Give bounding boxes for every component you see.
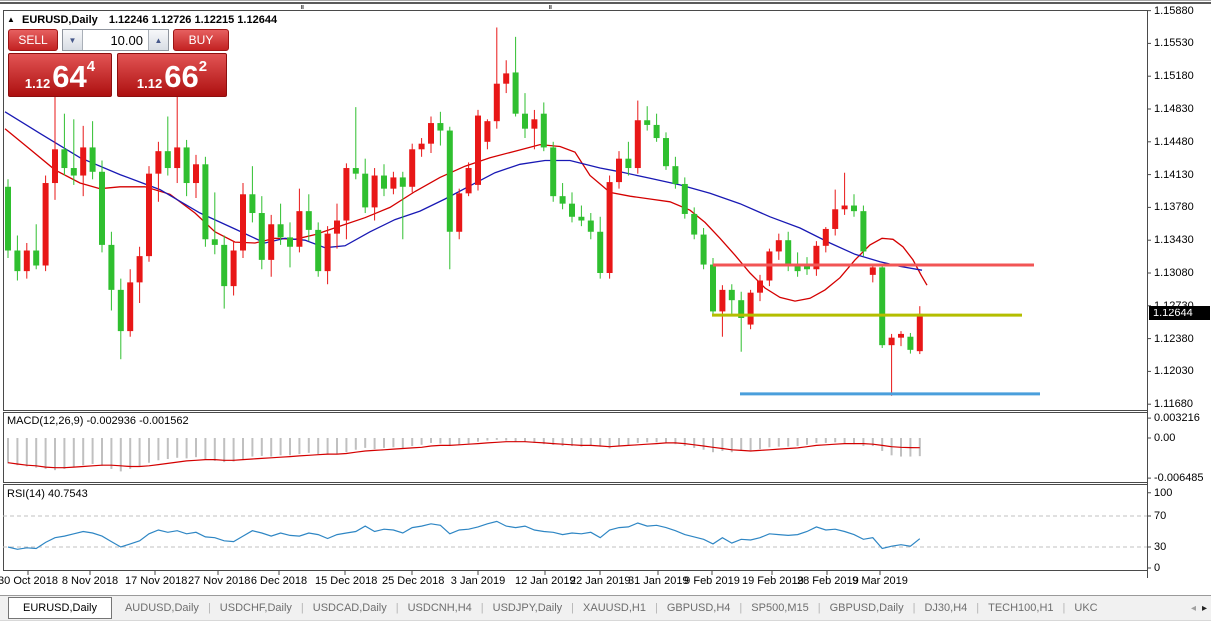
chart-header: ▲ EURUSD,Daily 1.12246 1.12726 1.12215 1… <box>7 14 277 26</box>
axis-label: 28 Feb 2019 <box>797 575 857 587</box>
buy-price-prefix: 1.12 <box>137 76 162 91</box>
axis-label: 1.15530 <box>1154 37 1194 49</box>
axis-label: 8 Nov 2018 <box>60 575 120 587</box>
volume-decrease-button[interactable]: ▼ <box>63 30 83 50</box>
axis-label: 0.00 <box>1154 432 1175 444</box>
axis-label: 1.15880 <box>1154 5 1194 17</box>
tab-usdcad-daily[interactable]: USDCAD,Daily <box>304 599 396 617</box>
tab-usdcnh-h4[interactable]: USDCNH,H4 <box>399 599 481 617</box>
buy-price-pip: 2 <box>199 60 207 74</box>
axis-label: 6 Dec 2018 <box>249 575 309 587</box>
buy-button[interactable]: BUY <box>173 29 229 51</box>
volume-input[interactable] <box>83 30 148 50</box>
axis-label: 27 Nov 2018 <box>188 575 248 587</box>
sell-price-pip: 4 <box>87 60 95 74</box>
axis-label: 1.13780 <box>1154 201 1194 213</box>
axis-label: 1.12030 <box>1154 365 1194 377</box>
axis-label: 1.14480 <box>1154 136 1194 148</box>
tab-gbpusd-h4[interactable]: GBPUSD,H4 <box>658 599 740 617</box>
macd-main-value: -0.002936 <box>86 415 136 427</box>
tab-dj30-h4[interactable]: DJ30,H4 <box>915 599 976 617</box>
axis-label: 1.13430 <box>1154 234 1194 246</box>
axis-label: 9 Mar 2019 <box>850 575 910 587</box>
axis-label: 30 Oct 2018 <box>0 575 58 587</box>
mt4-window: ▲ EURUSD,Daily 1.12246 1.12726 1.12215 1… <box>0 0 1211 621</box>
tab-eurusd-daily[interactable]: EURUSD,Daily <box>8 597 112 619</box>
tab-audusd-daily[interactable]: AUDUSD,Daily <box>116 599 208 617</box>
axis-label: 12 Jan 2019 <box>515 575 575 587</box>
macd-label: MACD(12,26,9) -0.002936 -0.001562 <box>7 415 189 427</box>
rsi-name: RSI(14) <box>7 488 45 500</box>
axis-label: 1.14130 <box>1154 169 1194 181</box>
tab-scroll-left-icon[interactable]: ◂ <box>1191 603 1196 614</box>
axis-label: 1.11680 <box>1154 398 1193 410</box>
axis-label: 100 <box>1154 487 1172 499</box>
tab-gbpusd-daily[interactable]: GBPUSD,Daily <box>821 599 913 617</box>
volume-increase-button[interactable]: ▲ <box>148 30 168 50</box>
axis-label: 1.14830 <box>1154 103 1194 115</box>
axis-label: 25 Dec 2018 <box>382 575 442 587</box>
axis-label: 0.003216 <box>1154 412 1200 424</box>
rsi-label: RSI(14) 40.7543 <box>7 488 88 500</box>
axis-label: 1.12730 <box>1154 300 1194 312</box>
sell-price-big: 64 <box>52 63 86 91</box>
axis-label: 1.13080 <box>1154 267 1194 279</box>
tab-sp500-m15[interactable]: SP500,M15 <box>742 599 817 617</box>
axis-label: 1.15180 <box>1154 70 1194 82</box>
symbol-triangle-icon: ▲ <box>7 15 15 24</box>
tab-scroll-right-icon[interactable]: ▸ <box>1202 603 1207 614</box>
sell-price-button[interactable]: 1.12 64 4 <box>8 53 112 97</box>
ohlc-values: 1.12246 1.12726 1.12215 1.12644 <box>109 14 277 26</box>
tab-tech100-h1[interactable]: TECH100,H1 <box>979 599 1062 617</box>
rsi-value: 40.7543 <box>48 488 88 500</box>
axis-label: 30 <box>1154 541 1166 553</box>
buy-price-button[interactable]: 1.12 66 2 <box>117 53 227 97</box>
axis-label: -0.006485 <box>1154 472 1204 484</box>
axis-label: 0 <box>1154 562 1160 574</box>
chart-tab-bar: EURUSD,DailyAUDUSD,Daily|USDCHF,Daily|US… <box>0 595 1211 620</box>
macd-name: MACD(12,26,9) <box>7 415 83 427</box>
axis-label: 31 Jan 2019 <box>628 575 688 587</box>
volume-spinner: ▼ ▲ <box>62 29 169 51</box>
symbol-name: EURUSD,Daily <box>22 14 98 26</box>
axis-label: 22 Jan 2019 <box>570 575 630 587</box>
tab-ukc[interactable]: UKC <box>1065 599 1106 617</box>
sell-price-prefix: 1.12 <box>25 76 50 91</box>
buy-price-big: 66 <box>164 63 198 91</box>
tab-usdchf-daily[interactable]: USDCHF,Daily <box>211 599 301 617</box>
axis-label: 70 <box>1154 510 1166 522</box>
tab-usdjpy-daily[interactable]: USDJPY,Daily <box>484 599 572 617</box>
sell-button[interactable]: SELL <box>8 29 58 51</box>
axis-label: 17 Nov 2018 <box>125 575 185 587</box>
tab-xauusd-h1[interactable]: XAUUSD,H1 <box>574 599 655 617</box>
axis-label: 9 Feb 2019 <box>682 575 742 587</box>
axis-label: 19 Feb 2019 <box>742 575 802 587</box>
axis-label: 15 Dec 2018 <box>315 575 375 587</box>
one-click-trade-panel: SELL ▼ ▲ BUY 1.12 64 4 1.12 66 2 <box>8 29 229 97</box>
axis-label: 3 Jan 2019 <box>448 575 508 587</box>
axis-label: 1.12380 <box>1154 333 1194 345</box>
macd-signal-value: -0.001562 <box>139 415 189 427</box>
